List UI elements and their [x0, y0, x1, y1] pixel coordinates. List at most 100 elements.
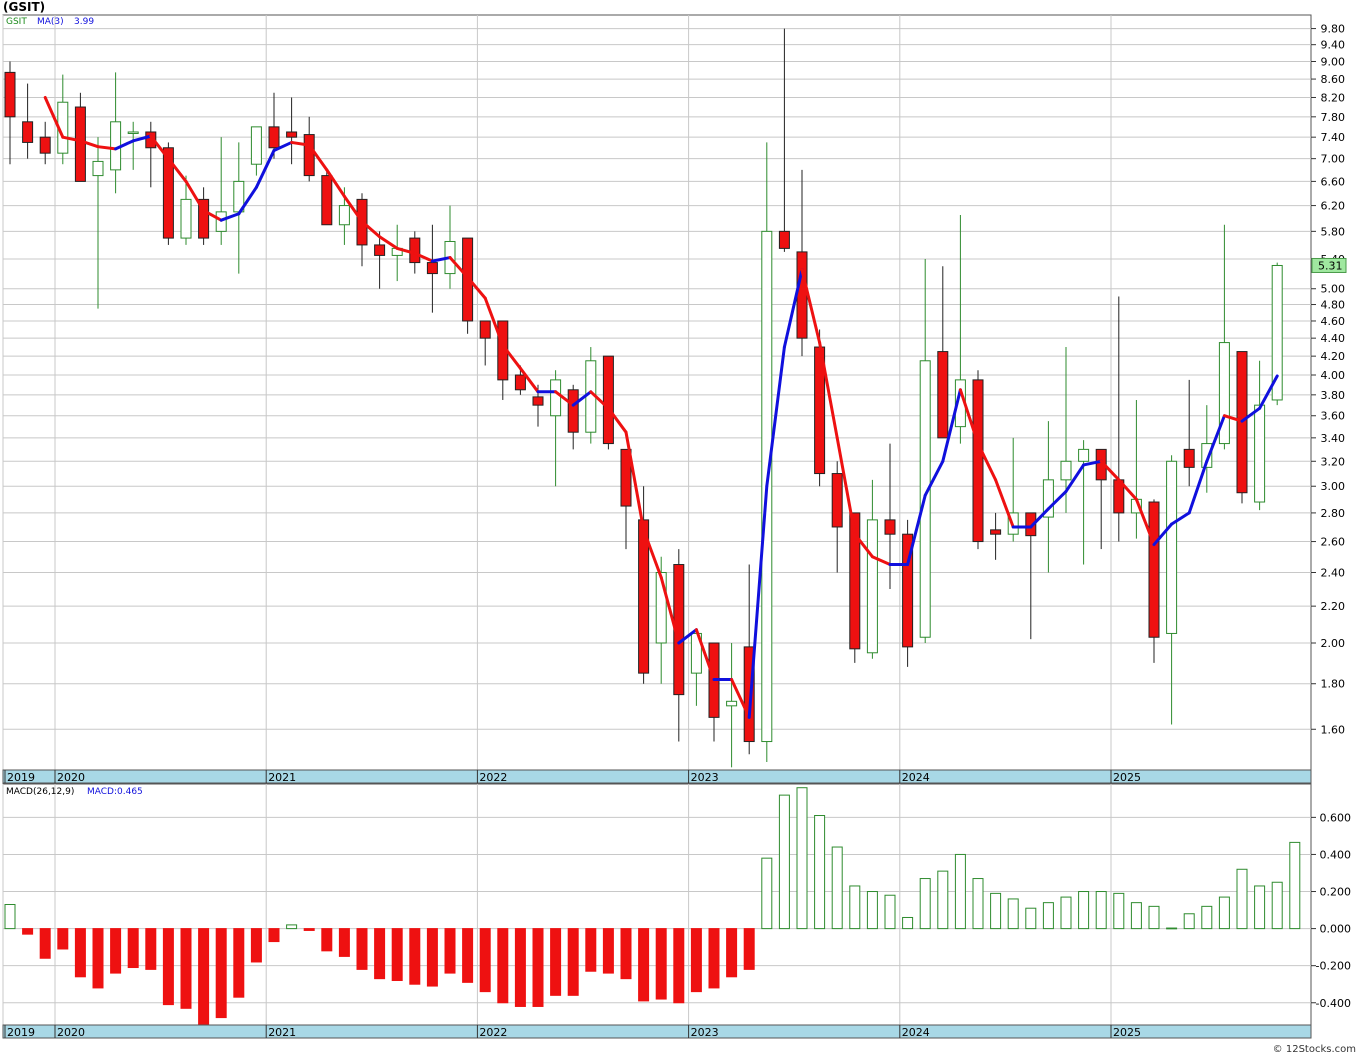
macd-bar [972, 878, 984, 930]
macd-bar [1289, 841, 1301, 930]
price-tick-label: 8.60 [1321, 73, 1346, 86]
macd-bar [655, 928, 667, 1000]
price-tick-label: 2.80 [1321, 507, 1346, 520]
macd-bar [866, 891, 878, 930]
macd-bar [22, 928, 34, 935]
macd-bar [1078, 891, 1090, 930]
price-tick-label: 2.00 [1321, 637, 1346, 650]
candle [462, 237, 474, 334]
price-tick-label: 4.20 [1321, 350, 1346, 363]
price-tick-label: 7.00 [1321, 153, 1346, 166]
macd-bar [954, 853, 966, 930]
macd-bar [356, 928, 368, 970]
macd-bar [1025, 907, 1037, 930]
x-tick-label: 2024 [902, 771, 930, 784]
macd-bar [937, 870, 949, 930]
macd-bar [814, 815, 826, 930]
price-tick-label: 8.20 [1321, 91, 1346, 104]
price-tick-label: 1.60 [1321, 723, 1346, 736]
price-tick-label: 4.80 [1321, 299, 1346, 312]
macd-tick-label: 0.400 [1320, 848, 1352, 861]
macd-bar [145, 928, 157, 970]
macd-bar [796, 787, 808, 930]
last-price-tag: 5.31 [1311, 257, 1347, 273]
macd-tick-label: 0.000 [1320, 923, 1352, 936]
macd-bar [215, 928, 227, 1019]
macd-bar [250, 928, 262, 963]
candle [902, 519, 914, 667]
macd-bar [1166, 927, 1178, 930]
macd-bar [180, 928, 192, 1009]
macd-bar [726, 928, 738, 978]
macd-bar [585, 928, 597, 972]
macd-bar [1130, 902, 1142, 930]
macd-bar [620, 928, 632, 980]
macd-bar [338, 928, 350, 957]
x-tick-label: 2022 [479, 771, 507, 784]
macd-bar [39, 928, 51, 959]
macd-indicator-label: MACD(26,12,9) [6, 787, 74, 797]
price-tick-label: 3.60 [1321, 410, 1346, 423]
macd-bar [162, 928, 174, 1006]
macd-bar [74, 928, 86, 978]
macd-bar [567, 928, 579, 996]
price-tick-label: 2.40 [1321, 567, 1346, 580]
macd-bar [92, 928, 104, 989]
macd-bar [286, 924, 298, 930]
macd-bar [127, 928, 139, 969]
macd-bar [708, 928, 720, 989]
macd-bar [1218, 896, 1230, 930]
macd-bar [743, 928, 755, 970]
x-tick-label: 2019 [7, 1026, 35, 1039]
x-tick-label: 2021 [268, 1026, 296, 1039]
macd-bar [990, 892, 1002, 930]
price-tick-label: 9.00 [1321, 55, 1346, 68]
footer-credit: © 12Stocks.com [1273, 1044, 1356, 1055]
x-tick-label: 2025 [1113, 771, 1141, 784]
last-price-label: 5.31 [1318, 259, 1343, 272]
price-tick-label: 1.80 [1321, 678, 1346, 691]
macd-bar [761, 857, 773, 930]
macd-bar [514, 928, 526, 1007]
ma-value-label: 3.99 [74, 17, 94, 27]
x-tick-label: 2021 [268, 771, 296, 784]
x-tick-label: 2022 [479, 1026, 507, 1039]
price-tick-label: 2.60 [1321, 536, 1346, 549]
candle [321, 169, 333, 226]
macd-bar [1113, 892, 1125, 930]
macd-bar [550, 928, 562, 996]
price-tick-label: 3.00 [1321, 480, 1346, 493]
candle [1236, 351, 1248, 504]
macd-bar [831, 846, 843, 930]
macd-bar [233, 928, 245, 998]
x-tick-label: 2024 [902, 1026, 930, 1039]
price-tick-label: 7.40 [1321, 131, 1346, 144]
ma-segment [96, 145, 118, 151]
macd-bar [1095, 891, 1107, 930]
macd-bar [497, 928, 509, 1004]
chart-title: (GSIT) [3, 0, 45, 14]
macd-bar [268, 928, 280, 943]
macd-bar [462, 928, 474, 983]
macd-bar [1007, 898, 1019, 930]
price-tick-label: 6.60 [1321, 175, 1346, 188]
macd-bar [321, 928, 333, 952]
macd-bar [602, 928, 614, 974]
price-tick-label: 7.80 [1321, 111, 1346, 124]
macd-bar [902, 916, 914, 930]
macd-bar [532, 928, 544, 1007]
macd-value-label: MACD:0.465 [87, 787, 143, 797]
candle [814, 329, 826, 487]
macd-bar [884, 894, 896, 930]
macd-bar [1271, 881, 1283, 930]
x-tick-label: 2025 [1113, 1026, 1141, 1039]
macd-bar [778, 794, 790, 930]
macd-bar [1254, 885, 1266, 930]
price-tick-label: 4.60 [1321, 315, 1346, 328]
macd-bar [303, 928, 315, 931]
x-tick-label: 2019 [7, 771, 35, 784]
candle [972, 370, 984, 550]
price-legend: GSIT MA(3) 3.99 [6, 17, 94, 27]
price-tick-label: 3.40 [1321, 432, 1346, 445]
price-tick-label: 5.80 [1321, 225, 1346, 238]
